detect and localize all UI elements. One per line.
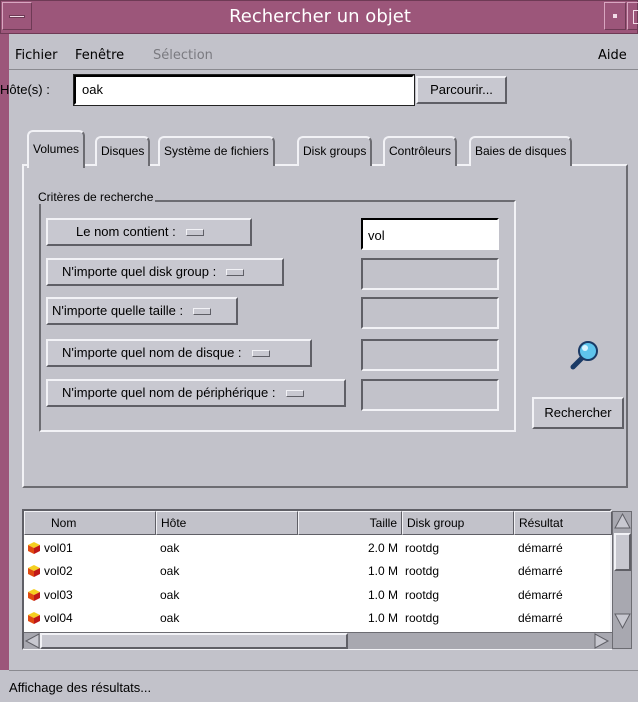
minimize-icon bbox=[613, 14, 617, 18]
magnifier-icon bbox=[570, 341, 598, 370]
maximize-icon bbox=[633, 10, 638, 24]
column-header-resultat[interactable]: Résultat bbox=[514, 511, 612, 535]
menu-fenetre[interactable]: Fenêtre bbox=[75, 48, 124, 63]
cell-result: démarré bbox=[518, 588, 563, 602]
cell-result: démarré bbox=[518, 564, 563, 578]
maximize-button[interactable] bbox=[627, 2, 638, 30]
vertical-scroll-thumb[interactable] bbox=[614, 533, 631, 571]
tab-disk-groups[interactable]: Disk groups bbox=[297, 136, 373, 166]
cell-host: oak bbox=[160, 564, 180, 578]
criteria-size-option-label: N'importe quelle taille : bbox=[52, 303, 184, 318]
criteria-device-option-label: N'importe quel nom de périphérique : bbox=[62, 385, 276, 400]
cell-host: oak bbox=[160, 541, 180, 555]
menu-fichier[interactable]: Fichier bbox=[15, 48, 58, 63]
tab-disques[interactable]: Disques bbox=[95, 136, 151, 166]
cell-disk-group: rootdg bbox=[405, 541, 440, 555]
option-menu-icon bbox=[226, 269, 245, 277]
option-menu-icon bbox=[285, 390, 304, 398]
host-label: Hôte(s) : bbox=[0, 82, 50, 97]
criteria-legend: Critères de recherche bbox=[36, 190, 156, 204]
cell-size: 1.0 M bbox=[367, 588, 398, 602]
scroll-down-arrow-icon[interactable] bbox=[614, 612, 631, 630]
cell-result: démarré bbox=[518, 611, 563, 625]
browse-button[interactable]: Parcourir... bbox=[416, 76, 507, 104]
cell-disk-group: rootdg bbox=[405, 611, 440, 625]
column-header-disk-group[interactable]: Disk group bbox=[402, 511, 514, 535]
scroll-right-arrow-icon[interactable] bbox=[594, 633, 610, 649]
criteria-name-option-label: Le nom contient : bbox=[76, 224, 176, 239]
status-text: Affichage des résultats... bbox=[9, 680, 152, 695]
cell-result: démarré bbox=[518, 541, 563, 555]
window-menu-button[interactable] bbox=[2, 2, 32, 30]
criteria-device-option[interactable]: N'importe quel nom de périphérique : bbox=[46, 379, 346, 407]
cell-name: vol02 bbox=[44, 564, 73, 578]
option-menu-icon bbox=[251, 350, 270, 358]
criteria-size-field[interactable] bbox=[361, 297, 499, 329]
criteria-size-option[interactable]: N'importe quelle taille : bbox=[46, 297, 238, 325]
tab-baies-de-disques[interactable]: Baies de disques bbox=[469, 136, 573, 166]
cell-name: vol03 bbox=[44, 588, 73, 602]
criteria-diskname-option-label: N'importe quel nom de disque : bbox=[62, 345, 242, 360]
option-menu-icon bbox=[193, 308, 212, 316]
scroll-up-arrow-icon[interactable] bbox=[614, 512, 631, 530]
host-input[interactable] bbox=[74, 75, 414, 105]
window-frame-left bbox=[0, 34, 9, 670]
tab-volumes[interactable]: Volumes bbox=[27, 130, 86, 168]
volume-cube-icon bbox=[28, 589, 40, 601]
column-header-taille[interactable]: Taille bbox=[298, 511, 402, 535]
criteria-diskgroup-field[interactable] bbox=[361, 258, 499, 290]
cell-size: 1.0 M bbox=[367, 611, 398, 625]
host-input-value: oak bbox=[82, 82, 103, 97]
window-menu-icon bbox=[9, 15, 25, 18]
criteria-diskname-option[interactable]: N'importe quel nom de disque : bbox=[46, 339, 312, 367]
cell-disk-group: rootdg bbox=[405, 588, 440, 602]
cell-size: 2.0 M bbox=[367, 541, 398, 555]
volume-cube-icon bbox=[28, 612, 40, 624]
cell-name: vol01 bbox=[44, 541, 73, 555]
criteria-name-value: vol bbox=[368, 228, 385, 243]
minimize-button[interactable] bbox=[604, 2, 626, 30]
column-header-hote[interactable]: Hôte bbox=[156, 511, 298, 535]
volume-cube-icon bbox=[28, 542, 40, 554]
option-menu-icon bbox=[185, 229, 204, 237]
criteria-name-option[interactable]: Le nom contient : bbox=[46, 218, 252, 246]
horizontal-scroll-thumb[interactable] bbox=[40, 633, 348, 649]
volume-cube-icon bbox=[28, 565, 40, 577]
criteria-diskgroup-option[interactable]: N'importe quel disk group : bbox=[46, 258, 284, 286]
cell-size: 1.0 M bbox=[367, 564, 398, 578]
criteria-diskgroup-option-label: N'importe quel disk group : bbox=[62, 264, 217, 279]
tab-controleurs[interactable]: Contrôleurs bbox=[383, 136, 458, 166]
criteria-device-field[interactable] bbox=[361, 379, 499, 411]
cell-disk-group: rootdg bbox=[405, 564, 440, 578]
cell-name: vol04 bbox=[44, 611, 73, 625]
cell-host: oak bbox=[160, 588, 180, 602]
scroll-left-arrow-icon[interactable] bbox=[24, 633, 40, 649]
tab-systeme-de-fichiers[interactable]: Système de fichiers bbox=[158, 136, 275, 166]
window-title: Rechercher un objet bbox=[229, 6, 411, 27]
column-header-nom[interactable]: Nom bbox=[24, 511, 156, 535]
menu-aide[interactable]: Aide bbox=[598, 48, 627, 63]
criteria-diskname-field[interactable] bbox=[361, 339, 499, 371]
search-button[interactable]: Rechercher bbox=[532, 397, 624, 429]
cell-host: oak bbox=[160, 611, 180, 625]
menu-selection: Sélection bbox=[153, 48, 213, 63]
